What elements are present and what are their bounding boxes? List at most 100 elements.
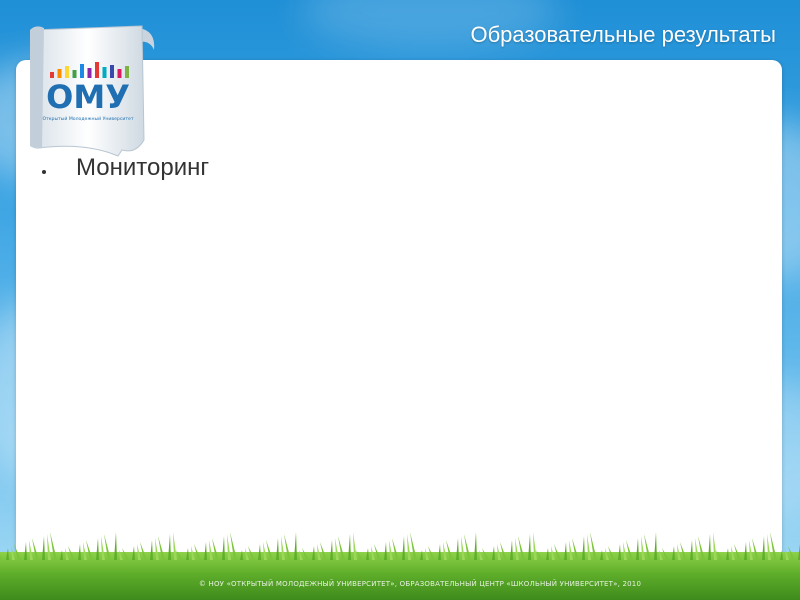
grass-blade (788, 546, 795, 560)
grass-blade (767, 534, 771, 560)
logo-bar (57, 69, 62, 78)
grass-blade (186, 548, 189, 560)
grass-blade (654, 532, 657, 560)
grass-blade (150, 540, 153, 560)
grass-blade (770, 532, 777, 560)
grass-blade (212, 538, 219, 560)
grass-blade (572, 538, 579, 560)
grass-blade (389, 540, 393, 560)
grass-blade (564, 542, 567, 560)
grass-blade (86, 540, 93, 560)
grass-blade (402, 536, 405, 560)
grass-blade (438, 544, 441, 560)
grass-blade (731, 546, 735, 560)
grass-blade (137, 544, 141, 560)
grass-blade (240, 550, 243, 560)
grass-blade (230, 532, 237, 560)
logo-bar (102, 67, 107, 78)
grass-blade (716, 550, 723, 560)
grass-blade (155, 538, 159, 560)
grass-blade (132, 546, 135, 560)
grass-blade (752, 538, 759, 560)
grass-blade (569, 540, 573, 560)
grass-blade (636, 538, 639, 560)
grass-blade (119, 550, 123, 560)
grass-blade (96, 538, 99, 560)
grass-blade (101, 536, 105, 560)
grass-blade (644, 534, 651, 560)
grass-blade (492, 546, 495, 560)
grass-blade (497, 544, 501, 560)
grass-blade (312, 546, 315, 560)
logo-subtitle: Открытый Молодежный Университет (42, 115, 133, 122)
grass-blade (474, 532, 477, 560)
grass-blade (348, 534, 351, 560)
grass-blade (698, 536, 705, 560)
grass-blade (158, 536, 165, 560)
grass-blade (518, 536, 525, 560)
grass-blade (554, 544, 561, 560)
grass-blade (623, 542, 627, 560)
logo-bar (95, 62, 99, 78)
grass-blade (104, 534, 111, 560)
grass-blade (6, 548, 9, 560)
grass-blade (83, 542, 87, 560)
grass-blade (785, 548, 789, 560)
grass-blade (618, 544, 621, 560)
grass-blade (374, 544, 381, 560)
grass-blade (536, 550, 543, 560)
grass-blade (371, 546, 375, 560)
slide-title: Образовательные результаты (470, 22, 776, 47)
grass-blade (32, 538, 39, 560)
logo-bar (87, 68, 92, 78)
grass-blade (294, 532, 297, 560)
grass-blade (726, 548, 729, 560)
grass-blade (708, 534, 711, 560)
grass-blade (510, 540, 513, 560)
grass-blade (245, 548, 249, 560)
grass-blade (320, 542, 327, 560)
grass-blade (590, 532, 597, 560)
grass-blade (11, 546, 15, 560)
grass-blade (248, 546, 255, 560)
grass-blade (605, 548, 609, 560)
grass-blade (734, 544, 741, 560)
grass-blade (464, 534, 471, 560)
grass-blade (168, 534, 171, 560)
grass-blade (317, 544, 321, 560)
ribbon-logo-icon: ОМУ Открытый Молодежный Университет (30, 25, 155, 157)
omu-logo: ОМУ Открытый Молодежный Университет (26, 22, 166, 162)
grass-blade (582, 536, 585, 560)
grass-blade (47, 534, 51, 560)
grass-blade (780, 550, 783, 560)
grass-blade (528, 534, 531, 560)
grass-blade (191, 546, 195, 560)
grass-blade (122, 548, 129, 560)
grass-blade (384, 542, 387, 560)
grass-blade (222, 536, 225, 560)
grass-blade (461, 536, 465, 560)
grass-blade (50, 532, 57, 560)
grass-blade (140, 542, 147, 560)
grass-blade (551, 546, 555, 560)
logo-bar (125, 66, 129, 78)
grass-blade (227, 534, 231, 560)
grass-blade (65, 548, 69, 560)
grass-blade (353, 532, 357, 560)
grass-blade (713, 532, 717, 560)
grass-blades-icon (0, 532, 800, 560)
grass-blade (366, 548, 369, 560)
grass-blade (209, 540, 213, 560)
grass-blade (482, 548, 489, 560)
grass-blade (515, 538, 519, 560)
grass-blade (204, 542, 207, 560)
logo-bar (65, 66, 69, 78)
grass-blade (356, 550, 363, 560)
bullet-icon (42, 170, 46, 174)
grass-blade (662, 548, 669, 560)
grass-blade (479, 550, 483, 560)
grass-blade (263, 542, 267, 560)
grass-blade (744, 542, 747, 560)
grass-blade (690, 540, 693, 560)
grass-blade (695, 538, 699, 560)
